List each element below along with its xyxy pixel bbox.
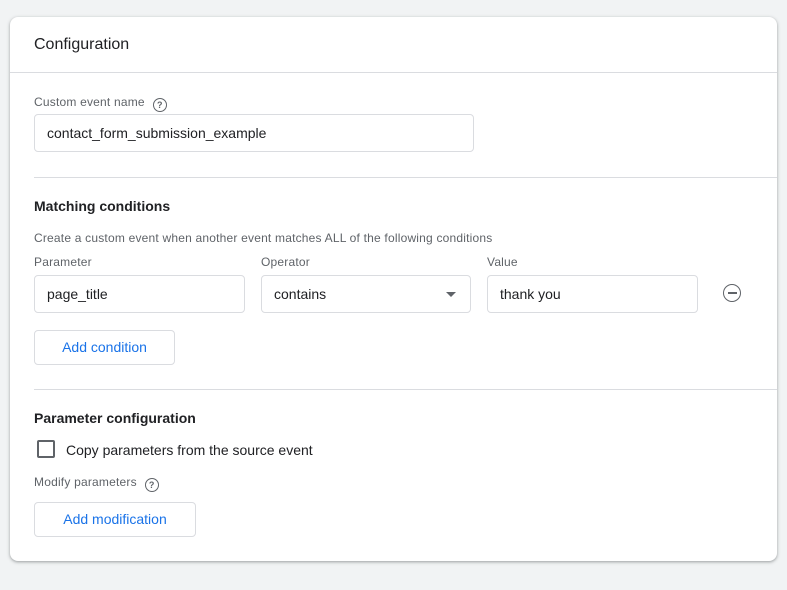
condition-value-input[interactable]: thank you bbox=[487, 275, 698, 313]
condition-operator-select[interactable]: contains bbox=[261, 275, 471, 313]
divider bbox=[10, 72, 777, 73]
condition-parameter-input[interactable]: page_title bbox=[34, 275, 245, 313]
operator-selected-value: contains bbox=[274, 286, 327, 302]
parameter-column-label: Parameter bbox=[34, 255, 92, 269]
card-title: Configuration bbox=[34, 36, 130, 53]
help-icon[interactable]: ? bbox=[152, 98, 167, 112]
add-modification-button[interactable]: Add modification bbox=[34, 502, 196, 537]
custom-event-name-label: Custom event name? bbox=[34, 95, 167, 112]
add-condition-button[interactable]: Add condition bbox=[34, 330, 175, 365]
copy-parameters-checkbox[interactable] bbox=[37, 440, 55, 458]
remove-condition-icon[interactable] bbox=[723, 284, 741, 302]
configuration-card: Configuration Custom event name? contact… bbox=[10, 17, 777, 561]
operator-column-label: Operator bbox=[261, 255, 310, 269]
matching-description: Create a custom event when another event… bbox=[34, 231, 493, 245]
copy-parameters-label[interactable]: Copy parameters from the source event bbox=[66, 442, 313, 458]
modify-parameters-label: Modify parameters? bbox=[34, 475, 159, 492]
parameter-configuration-heading: Parameter configuration bbox=[34, 410, 196, 426]
divider bbox=[34, 389, 777, 390]
value-column-label: Value bbox=[487, 255, 518, 269]
divider bbox=[34, 177, 777, 178]
matching-conditions-heading: Matching conditions bbox=[34, 198, 171, 214]
custom-event-name-input[interactable]: contact_form_submission_example bbox=[34, 114, 474, 152]
help-icon[interactable]: ? bbox=[144, 478, 159, 492]
dropdown-arrow-icon bbox=[446, 292, 456, 297]
